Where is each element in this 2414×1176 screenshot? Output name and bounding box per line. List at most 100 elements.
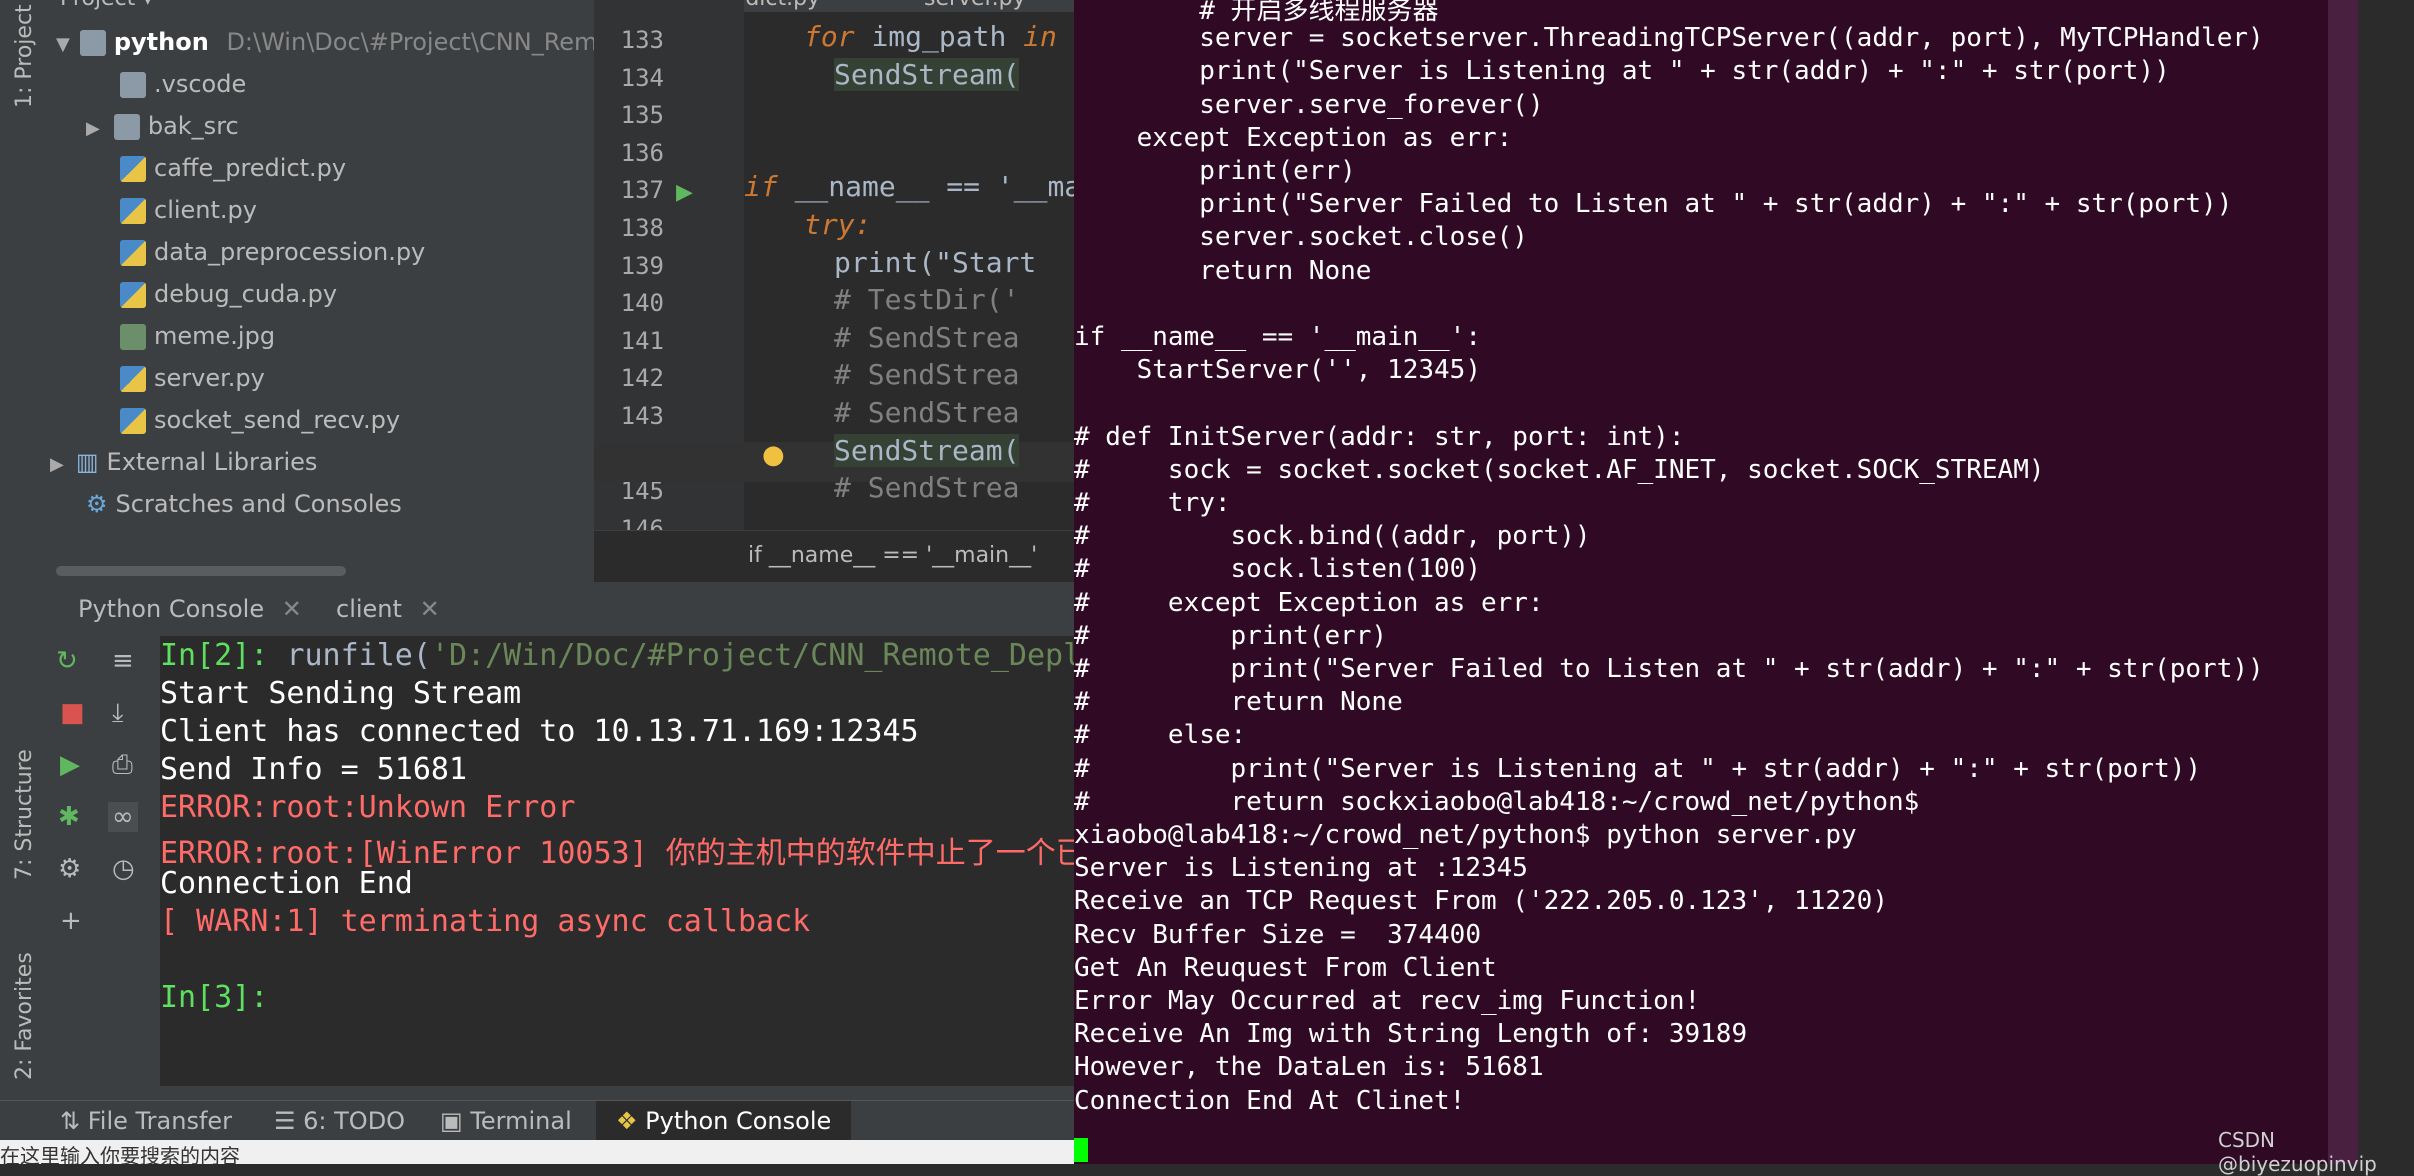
console-text: ERROR:root:Unkown Error — [160, 790, 576, 825]
soft-wrap-icon[interactable]: ≡ — [112, 646, 134, 676]
chevron-right-icon[interactable]: ▶ — [86, 118, 100, 139]
tree-item-server[interactable]: server.py — [120, 358, 265, 398]
run-gutter-icon[interactable]: ▶ — [676, 180, 693, 205]
project-tool-tab-label: 1: Project — [12, 4, 37, 108]
terminal-line: Receive an TCP Request From ('222.205.0.… — [1074, 886, 1888, 917]
lightbulb-icon[interactable]: ● — [762, 440, 785, 470]
console-toolbar: ↻ ■ ▶ ✱ ⚙ + ≡ ⤓ ⎙ ∞ ◷ — [46, 636, 160, 1100]
tree-item-label: caffe_predict.py — [154, 154, 347, 182]
code-editor[interactable]: caffe_predict.py server.py 1331341351361… — [594, 0, 1074, 582]
tree-item-socket-send-recv[interactable]: socket_send_recv.py — [120, 400, 400, 440]
terminal-line: # return None — [1074, 687, 1403, 718]
close-icon[interactable]: ✕ — [282, 595, 302, 623]
code-line: SendStream( — [834, 57, 1020, 91]
code-text: SendStream( — [834, 57, 1020, 91]
project-header[interactable]: Project ▾ — [60, 0, 153, 11]
bottom-tab-python-console[interactable]: ❖ Python Console — [596, 1101, 852, 1141]
terminal-icon: ▣ — [440, 1107, 463, 1135]
project-tool-tab[interactable]: 1: Project — [0, 0, 46, 120]
tree-item-scratches[interactable]: ⚙ Scratches and Consoles — [86, 484, 402, 524]
history-icon[interactable]: ◷ — [112, 854, 135, 884]
print-icon[interactable]: ⎙ — [112, 750, 133, 781]
code-line: # SendStrea — [834, 321, 1019, 354]
code-comment: # SendStrea — [834, 396, 1020, 429]
breadcrumb[interactable]: if __name__ == '__main__' — [748, 543, 1037, 568]
terminal-line: server = socketserver.ThreadingTCPServer… — [1074, 23, 2264, 54]
line-number: 136 — [620, 138, 664, 167]
terminal-window[interactable]: # 开启多线程服务器 server = socketserver.Threadi… — [1074, 0, 2358, 1164]
bottom-tab-todo[interactable]: ☰ 6: TODO — [274, 1101, 405, 1141]
close-icon[interactable]: ✕ — [420, 595, 440, 623]
tree-item-bak-src[interactable]: ▶ bak_src — [86, 106, 239, 146]
tree-item-label: socket_send_recv.py — [154, 406, 401, 434]
tree-item-client[interactable]: client.py — [120, 190, 257, 230]
tree-item-label: External Libraries — [106, 448, 318, 476]
code-line: SendStream( — [834, 433, 1020, 467]
console-prompt: In[3]: — [160, 980, 269, 1015]
terminal-line: # sock = socket.socket(socket.AF_INET, s… — [1074, 454, 2045, 485]
editor-tab-server[interactable]: server.py — [924, 0, 1026, 11]
terminal-line: except Exception as err: — [1074, 122, 1513, 153]
python-file-icon — [120, 156, 146, 182]
favorites-tool-tab[interactable]: 2: Favorites — [0, 900, 46, 1080]
tree-item-label: server.py — [154, 364, 265, 392]
terminal-line: print("Server Failed to Listen at " + st… — [1074, 189, 2233, 220]
gear-icon[interactable]: ⚙ — [58, 854, 81, 884]
left-tool-strip: 1: Project 7: Structure 2: Favorites — [0, 0, 47, 1164]
terminal-line: # print(err) — [1074, 620, 1388, 651]
editor-breadcrumb-bar: if __name__ == '__main__' — [594, 530, 1074, 582]
chevron-down-icon[interactable]: ▼ — [56, 34, 70, 55]
terminal-line: print("Server is Listening at " + str(ad… — [1074, 56, 2170, 87]
tree-item-caffe-predict[interactable]: caffe_predict.py — [120, 148, 346, 188]
bottom-tab-file-transfer[interactable]: ⇅ File Transfer — [60, 1101, 232, 1141]
bottom-tab-label: 6: TODO — [303, 1107, 406, 1135]
line-number: 137 — [620, 176, 664, 205]
bottom-tab-terminal[interactable]: ▣ Terminal — [440, 1101, 572, 1141]
tree-item-label: debug_cuda.py — [154, 280, 338, 308]
run-icon[interactable]: ▶ — [60, 750, 80, 780]
bottom-tab-label: Python Console — [645, 1107, 832, 1135]
bottom-tab-label: File Transfer — [87, 1107, 233, 1135]
console-tab-strip: Python Console ✕ client ✕ — [46, 582, 1074, 636]
terminal-scrollbar[interactable] — [2328, 0, 2358, 1164]
code-comment: # SendStrea — [834, 471, 1020, 505]
scroll-to-end-icon[interactable]: ⤓ — [112, 698, 124, 729]
structure-tool-tab[interactable]: 7: Structure — [0, 700, 46, 880]
rerun-icon[interactable]: ↻ — [56, 646, 78, 676]
tree-item-external-libraries[interactable]: ▶ ▥ External Libraries — [50, 442, 317, 482]
tree-item-meme-jpg[interactable]: meme.jpg — [120, 316, 275, 356]
tree-item-label: client.py — [154, 196, 257, 224]
console-text: Client has connected to 10.13.71.169:123… — [160, 714, 919, 749]
tree-item-vscode[interactable]: .vscode — [120, 64, 246, 104]
line-number: 143 — [620, 402, 664, 430]
code-line: # SendStrea — [834, 471, 1019, 504]
console-line: In[2]: runfile('D:/Win/Doc/#Project/CNN_… — [160, 638, 1074, 673]
python-icon: ❖ — [616, 1107, 638, 1135]
chevron-right-icon[interactable]: ▶ — [50, 454, 64, 475]
line-number: 135 — [620, 101, 664, 130]
terminal-cursor — [1074, 1138, 1088, 1162]
project-horizontal-scrollbar[interactable] — [56, 566, 346, 576]
console-text: Send Info = 51681 — [160, 752, 468, 787]
tab-label: client — [336, 595, 402, 623]
stop-icon[interactable]: ■ — [60, 698, 85, 728]
code-line: # SendStrea — [834, 358, 1019, 391]
tab-python-console[interactable]: Python Console ✕ — [78, 582, 302, 636]
code-keyword: for — [804, 20, 872, 53]
show-variables-icon[interactable]: ∞ — [108, 802, 138, 832]
code-comment: # SendStrea — [834, 320, 1020, 354]
tree-item-debug-cuda[interactable]: debug_cuda.py — [120, 274, 337, 314]
tree-item-data-preprocession[interactable]: data_preprocession.py — [120, 232, 425, 272]
add-icon[interactable]: + — [60, 906, 82, 936]
terminal-line: # else: — [1074, 720, 1247, 751]
code-line: # SendStrea — [834, 396, 1019, 429]
debug-icon[interactable]: ✱ — [58, 802, 80, 832]
taskbar-search[interactable]: 在这里输入你要搜索的内容 — [0, 1140, 1074, 1164]
tree-item-label: bak_src — [147, 112, 239, 140]
console-output[interactable]: In[2]: runfile('D:/Win/Doc/#Project/CNN_… — [160, 636, 1074, 1100]
console-horizontal-scrollbar[interactable] — [160, 1086, 1074, 1100]
console-line: Connection End — [160, 866, 413, 901]
python-file-icon — [120, 366, 146, 392]
tree-root-python[interactable]: ▼ python D:\Win\Doc\#Project\CNN_Remo — [56, 22, 594, 62]
tab-client[interactable]: client ✕ — [336, 582, 440, 636]
